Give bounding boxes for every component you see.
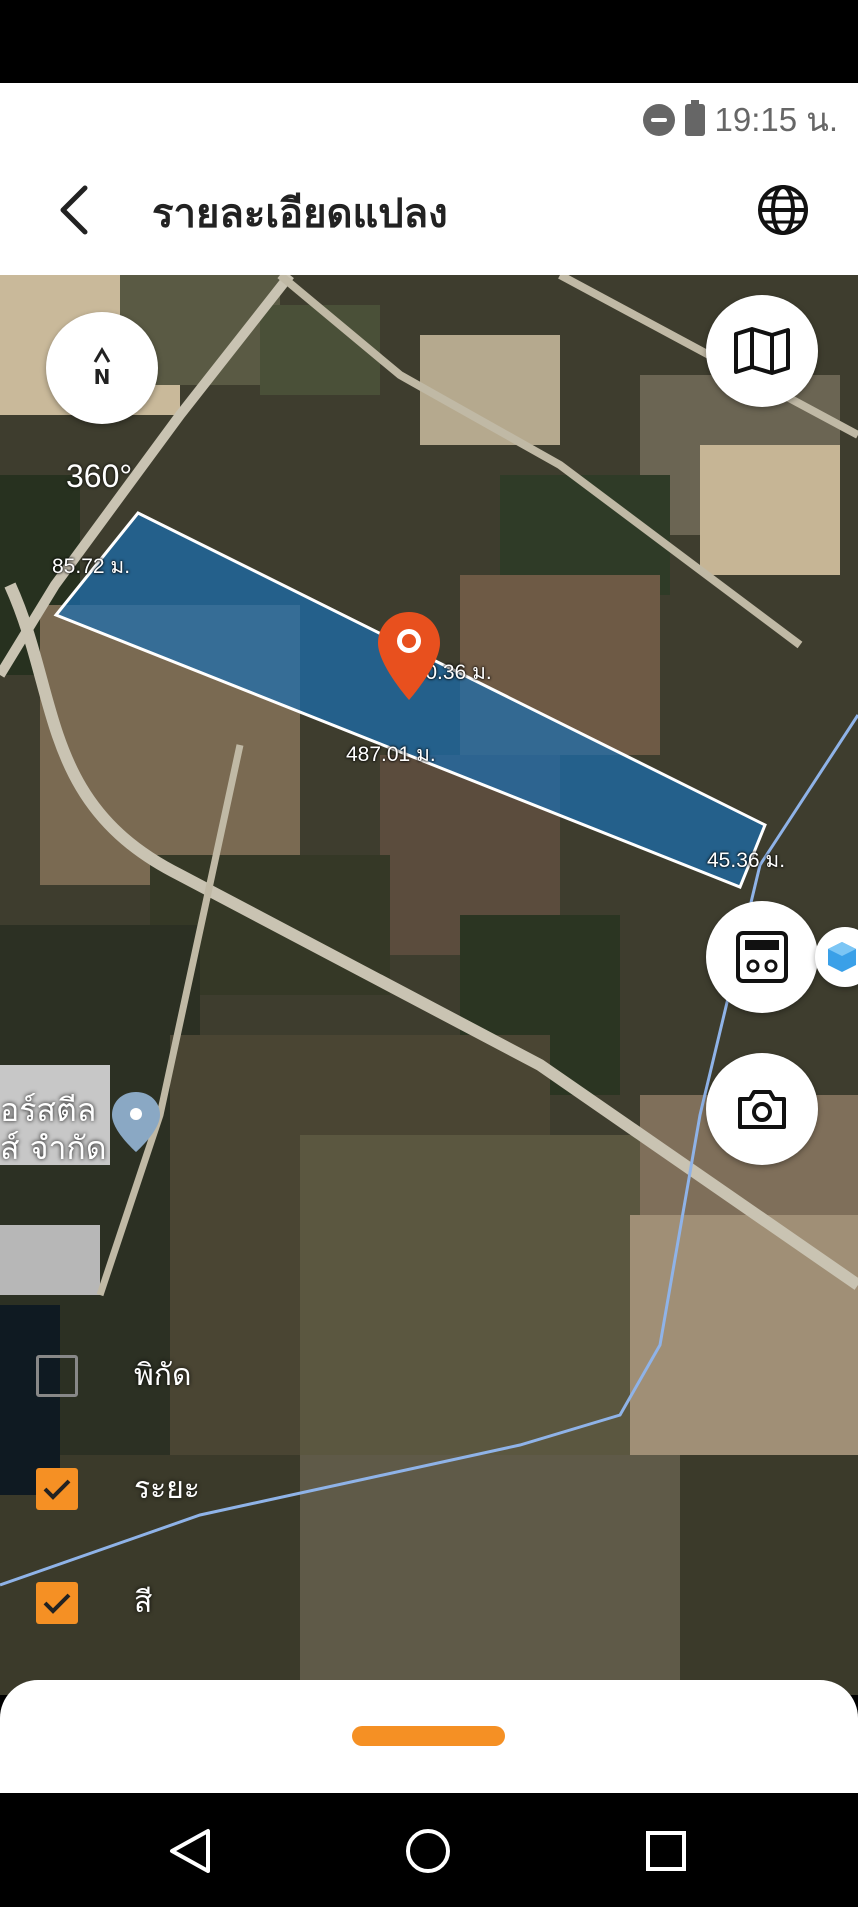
poi-marker-icon[interactable] (110, 1090, 162, 1154)
nav-home-button[interactable] (402, 1825, 454, 1877)
measurement-right-edge: 45.36 ม. (707, 849, 786, 872)
measurement-bottom-edge: 487.01 ม. (346, 743, 436, 766)
poi-label-line1: อร์สตีล (0, 1091, 97, 1129)
camera-icon (738, 1090, 786, 1129)
camera-button[interactable] (706, 1053, 818, 1165)
color-checkbox[interactable] (36, 1581, 78, 1624)
back-button[interactable] (40, 175, 110, 245)
square-recents-icon (646, 1831, 686, 1871)
distance-label: ระยะ (134, 1471, 200, 1506)
app-header: รายละเอียดแปลง (0, 145, 858, 275)
bottom-sheet[interactable] (0, 1680, 858, 1793)
triangle-back-icon (170, 1829, 210, 1873)
system-nav-bar (0, 1793, 858, 1907)
battery-charging-icon (684, 99, 705, 136)
globe-icon (758, 185, 808, 235)
coordinates-label: พิกัด (134, 1358, 192, 1393)
sheet-drag-handle[interactable] (352, 1726, 505, 1746)
checkmark-icon (43, 1593, 71, 1614)
map-type-button[interactable] (706, 295, 818, 407)
poi-label: อร์สตีล ส์ จำกัด (0, 1091, 107, 1167)
calculator-icon (736, 931, 788, 983)
rotation-degrees: 360° (66, 458, 133, 494)
checkmark-icon (43, 1479, 71, 1500)
measurement-left-edge: 85.72 ม. (52, 555, 131, 578)
nav-back-button[interactable] (164, 1825, 216, 1877)
distance-checkbox[interactable] (36, 1467, 78, 1510)
top-black-band (0, 0, 858, 83)
compass-arrow-icon (93, 347, 111, 363)
location-pin-icon[interactable] (376, 610, 442, 702)
satellite-map[interactable]: N 360° 85.72 ม. 460.36 ม. 487.01 ม. 45.3… (0, 275, 858, 1695)
map-icon (734, 327, 790, 375)
calculator-button[interactable] (706, 901, 818, 1013)
do-not-disturb-icon (642, 103, 675, 136)
nav-recents-button[interactable] (640, 1825, 692, 1877)
status-bar: 19:15 น. (0, 83, 858, 145)
cube-icon (828, 942, 856, 972)
coordinates-checkbox[interactable] (36, 1354, 78, 1397)
page-title: รายละเอียดแปลง (152, 191, 448, 237)
color-label: สี (134, 1585, 153, 1620)
circle-home-icon (406, 1829, 450, 1873)
layer-toggle-distance[interactable]: ระยะ (36, 1465, 200, 1512)
poi-label-line2: ส์ จำกัด (0, 1129, 107, 1167)
status-time: 19:15 น. (714, 101, 838, 138)
layer-toggle-coordinates[interactable]: พิกัด (36, 1352, 191, 1399)
chevron-left-icon (60, 185, 88, 235)
compass-button[interactable]: N (46, 312, 158, 424)
language-button[interactable] (748, 175, 818, 245)
compass-north-label: N (93, 365, 111, 389)
layer-toggle-color[interactable]: สี (36, 1579, 152, 1626)
